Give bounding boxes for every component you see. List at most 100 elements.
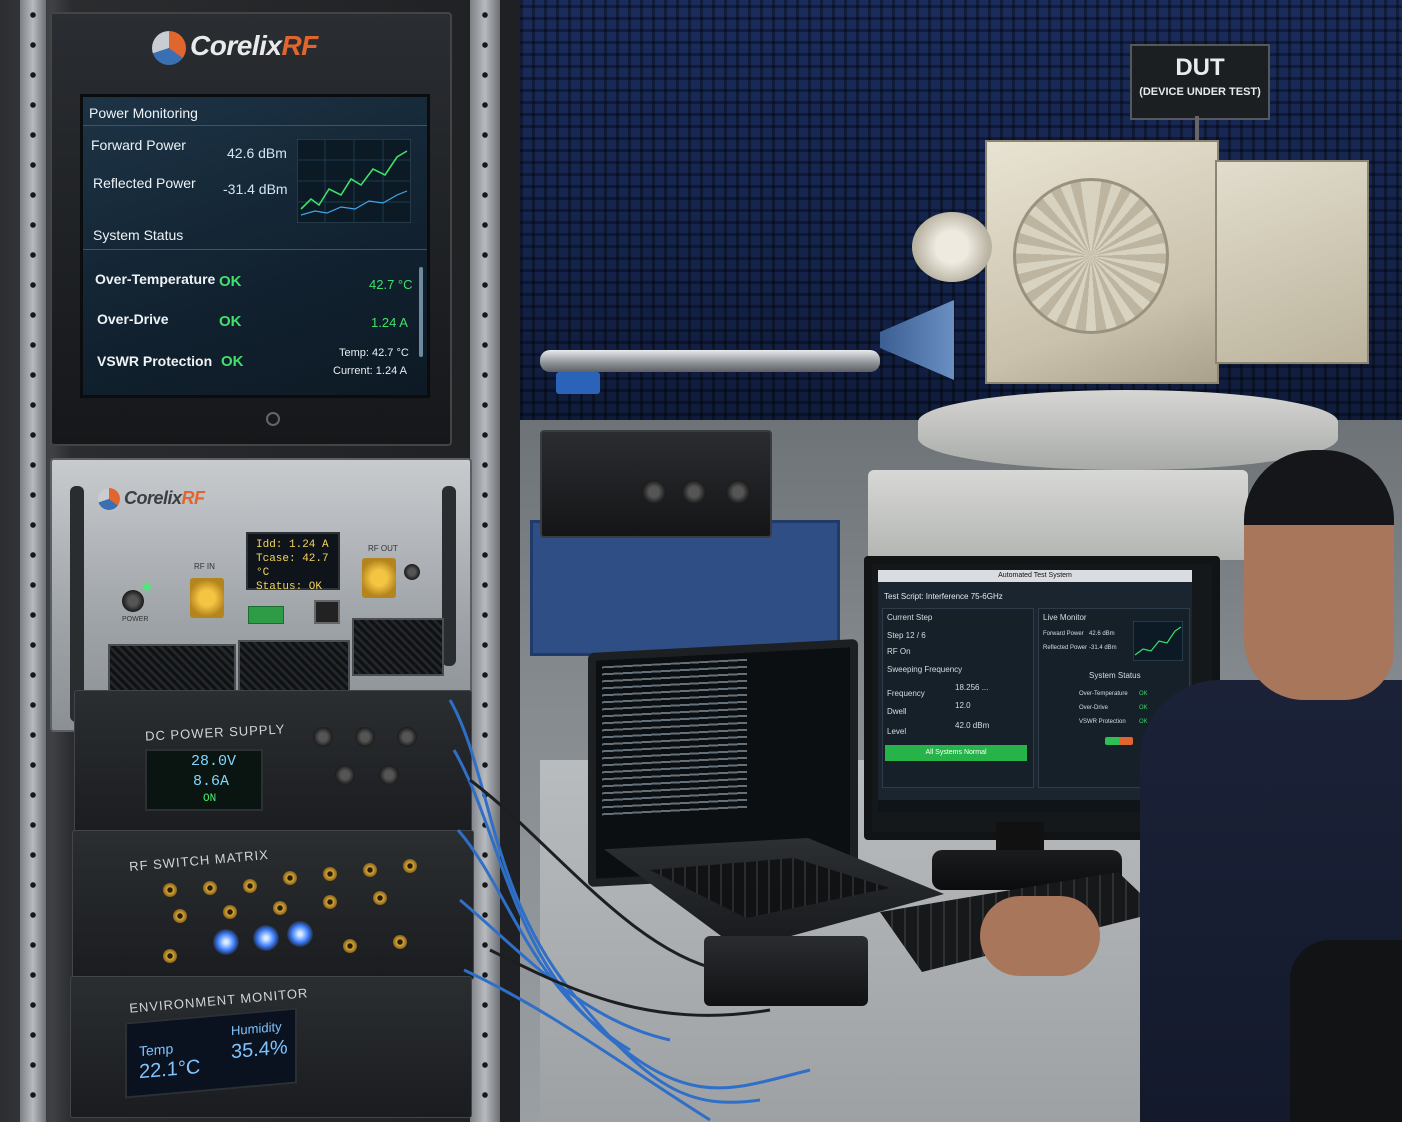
dc-supply-title: DC POWER SUPPLY [144,721,286,744]
rack-rail-left-holes [26,0,40,1122]
over-temperature-status: OK [219,273,242,290]
rf-port[interactable] [403,859,417,873]
current-step-label: Current Step [887,613,933,622]
ethernet-port[interactable] [314,600,340,624]
rf-in-connector[interactable] [190,578,224,618]
amp-handle-left[interactable] [70,486,84,722]
amp-lcd-line-2: Tcase: 42.7 °C [256,553,329,579]
power-switch[interactable] [122,590,144,612]
toggle-indicator[interactable] [1105,737,1133,745]
power-trend-chart [297,139,411,223]
desktop-system-status: System Status [1089,671,1141,680]
rf-port[interactable] [163,883,177,897]
desktop-forward-value: 42.6 dBm [1089,631,1115,637]
dc-power-supply: DC POWER SUPPLY 28.0V 8.6A ON [74,690,472,838]
equipment-stand [530,520,840,656]
rf-port[interactable] [363,863,377,877]
box-knob-2[interactable] [682,480,706,504]
live-monitor-label: Live Monitor [1043,613,1087,622]
over-drive-label: Over-Drive [97,311,169,327]
amp-brand-name: Corelix [124,488,182,508]
rf-port[interactable] [323,867,337,881]
amp-lcd-line-1: Idd: 1.24 A [256,539,329,551]
environment-monitor: ENVIRONMENT MONITOR Temp 22.1°C Humidity… [70,976,472,1118]
rf-port[interactable] [323,895,337,909]
box-knob-1[interactable] [642,480,666,504]
dc-supply-display: 28.0V 8.6A ON [145,749,263,811]
measurement-box [540,430,772,538]
level-label: Level [887,727,907,736]
env-humidity-label: Humidity [231,1018,282,1039]
screen-scrollbar[interactable] [419,267,423,357]
env-humidity-value: 35.4% [231,1036,288,1064]
ats-title-bar: Automated Test System [878,570,1192,582]
box-knob-3[interactable] [726,480,750,504]
rf-port[interactable] [203,881,217,895]
power-monitoring-title: Power Monitoring [89,105,198,121]
rack-monitor-logo: CorelixRF [152,30,318,65]
over-drive-value: 1.24 A [371,315,408,330]
rf-port[interactable] [343,939,357,953]
network-switch [704,936,868,1006]
rf-in-label: RF IN [194,562,215,571]
dut-sign-title: DUT [1175,54,1225,81]
rf-port[interactable] [223,905,237,919]
sign-post [1195,116,1199,142]
amp-handle-right[interactable] [442,486,456,666]
rf-port[interactable] [373,891,387,905]
current-step-panel: Current Step Step 12 / 6 RF On Sweeping … [882,608,1034,788]
terminal-block[interactable] [248,606,284,624]
dc-knob-4[interactable] [335,765,355,785]
env-display: Temp 22.1°C Humidity 35.4% [125,1007,297,1099]
amp-knob[interactable] [404,564,420,580]
desktop-forward-label: Forward Power [1043,631,1084,637]
vent-grille [238,640,350,696]
desktop-reflected-label: Reflected Power [1043,645,1088,651]
desktop-status-label-2: Over-Drive [1079,705,1109,711]
operator-head [1244,450,1394,700]
dc-knob-1[interactable] [313,727,333,747]
dwell-label: Dwell [887,707,907,716]
all-systems-normal-button[interactable]: All Systems Normal [885,745,1027,761]
dut-rotary-mount [912,212,992,282]
operator-chair [1290,940,1402,1122]
status-led [287,921,313,947]
dut-side-module [1215,160,1369,364]
amp-status-display: Idd: 1.24 A Tcase: 42.7 °C Status: OK [246,532,340,593]
reflected-power-label: Reflected Power [93,175,196,191]
terminal-output [596,647,850,822]
dc-knob-3[interactable] [397,727,417,747]
rf-port[interactable] [273,901,287,915]
desktop-status-label-3: VSWR Protection [1079,719,1126,725]
dc-voltage-value: 28.0V [191,753,237,770]
amp-logo: CorelixRF [98,488,205,511]
desktop-status-value-3: OK [1139,719,1148,725]
dc-knob-5[interactable] [379,765,399,785]
temp-readout: Temp: 42.7 °C [339,347,409,359]
rf-port[interactable] [243,879,257,893]
rf-out-label: RF OUT [368,544,398,553]
dut-fan-grille [1013,178,1169,334]
rf-port[interactable] [283,871,297,885]
rf-switch-matrix: RF SWITCH MATRIX [72,830,474,980]
reflected-power-value: -31.4 dBm [223,181,288,197]
waveguide-label [556,372,600,394]
divider [83,125,427,126]
rf-port[interactable] [393,935,407,949]
dc-knob-2[interactable] [355,727,375,747]
rf-port[interactable] [173,909,187,923]
dut-sign: DUT (DEVICE UNDER TEST) [1130,44,1270,120]
vswr-protection-status: OK [221,353,244,370]
desktop-status-label-1: Over-Temperature [1079,691,1128,697]
rf-switch-title: RF SWITCH MATRIX [128,846,270,875]
dut-sign-subtitle: (DEVICE UNDER TEST) [1139,86,1261,98]
dut-device [985,140,1219,384]
turntable-base [868,470,1248,560]
over-temperature-label: Over-Temperature [95,271,216,287]
rf-out-connector[interactable] [362,558,396,598]
rf-port[interactable] [163,949,177,963]
rack-monitor-stand-logo [266,412,280,426]
system-status-title: System Status [93,227,184,243]
desktop-status-value-1: OK [1139,691,1148,697]
corelix-logo-icon [98,488,120,511]
